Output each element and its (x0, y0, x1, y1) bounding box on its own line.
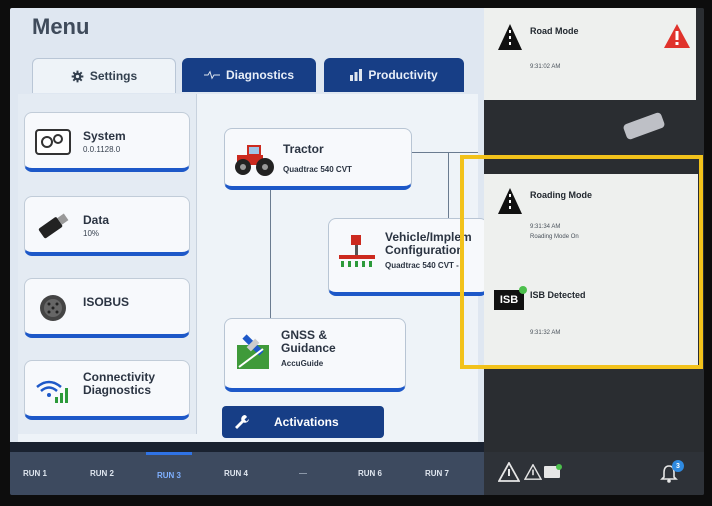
light-glare (622, 111, 666, 141)
warning-outline-icon[interactable] (524, 464, 542, 480)
run-button[interactable]: RUN 7 (414, 452, 460, 495)
connectivity-label-line2: Diagnostics (83, 383, 152, 397)
gnss-guidance-button[interactable]: GNSS & Guidance AccuGuide (224, 318, 406, 392)
road-warning-outline-icon[interactable] (498, 462, 520, 482)
isobus-label: ISOBUS (83, 295, 130, 309)
vehicle-title-line2: Configuration (385, 243, 464, 257)
gnss-title-line2: Guidance (281, 341, 336, 355)
tractor-button[interactable]: Tractor Quadtrac 540 CVT (224, 128, 412, 190)
notification-title: Road Mode (530, 26, 579, 36)
tractor-icon (235, 145, 274, 176)
run-label: RUN 1 (22, 469, 47, 478)
notification-count: 3 (676, 462, 680, 470)
tractor-title: Tractor (283, 142, 324, 156)
run-label: — (299, 469, 307, 478)
system-icon (35, 129, 71, 155)
tab-diagnostics[interactable]: Diagnostics (182, 58, 316, 92)
vehicle-title-line1: Vehicle/Implem (385, 230, 472, 244)
warning-icon (664, 24, 690, 48)
data-button[interactable]: Data 10% (24, 196, 190, 256)
run-label: RUN 2 (89, 469, 114, 478)
pulse-icon (203, 70, 220, 80)
system-label: System (83, 129, 126, 143)
tab-label: Settings (89, 69, 138, 83)
settings-sidebar: System 0.0.1128.0 Data 10% ISOBUS Connec… (18, 94, 197, 434)
system-version: 0.0.1128.0 (83, 145, 121, 154)
notification-count-badge: 3 (672, 460, 684, 472)
vehicle-title: Vehicle/Implem Configuration (385, 231, 472, 257)
page-title: Menu (32, 14, 90, 39)
run-button-selected[interactable]: RUN 3 (146, 452, 192, 495)
connectivity-label-line1: Connectivity (83, 370, 156, 384)
data-progress: 10% (83, 229, 100, 238)
run-button[interactable]: RUN 6 (347, 452, 393, 495)
isobus-connector-icon (40, 295, 66, 321)
run-label: RUN 3 (156, 470, 181, 480)
data-label: Data (83, 213, 110, 227)
bar-chart-icon (350, 69, 363, 81)
tab-label: Diagnostics (225, 68, 294, 82)
status-bar: 3 (484, 452, 704, 495)
tab-label: Productivity (368, 68, 438, 82)
connector-line (270, 190, 271, 318)
connectivity-label: Connectivity Diagnostics (83, 371, 183, 397)
connectivity-diagnostics-button[interactable]: Connectivity Diagnostics (24, 360, 190, 420)
road-icon (498, 24, 522, 50)
main-app: Menu Settings Diagnostics Productivity S… (10, 8, 488, 442)
run-label: RUN 7 (424, 469, 449, 478)
tab-bar: Settings Diagnostics Productivity (24, 58, 484, 94)
wifi-signal-icon (36, 380, 68, 403)
gnss-satellite-icon (237, 334, 269, 369)
vehicle-model: Quadtrac 540 CVT - I (385, 261, 464, 270)
gear-icon (71, 70, 84, 82)
run-button[interactable]: RUN 1 (12, 452, 58, 495)
gnss-title-line1: GNSS & (281, 328, 328, 342)
run-button[interactable]: RUN 4 (213, 452, 259, 495)
run-bar: RUN 1 RUN 2 RUN 3 RUN 4 — RUN 6 RUN 7 (10, 452, 484, 495)
settings-panel: System 0.0.1128.0 Data 10% ISOBUS Connec… (18, 94, 488, 442)
gnss-title: GNSS & Guidance (281, 329, 336, 355)
run-label: RUN 6 (357, 469, 382, 478)
run-button[interactable]: RUN 2 (79, 452, 125, 495)
run-button-empty[interactable]: — (280, 452, 326, 495)
highlight-box (460, 155, 703, 369)
tab-settings[interactable]: Settings (32, 58, 176, 93)
connector-line (412, 152, 478, 153)
tractor-model: Quadtrac 540 CVT (283, 165, 352, 174)
usb-drive-icon (38, 213, 69, 239)
isobus-button[interactable]: ISOBUS (24, 278, 190, 338)
gnss-subtitle: AccuGuide (281, 359, 324, 368)
run-label: RUN 4 (223, 469, 248, 478)
notification-time: 9:31:02 AM (530, 64, 561, 70)
notification-road-mode[interactable]: Road Mode 9:31:02 AM (484, 8, 696, 100)
tab-productivity[interactable]: Productivity (324, 58, 464, 92)
activations-label: Activations (274, 415, 339, 429)
isb-status-icon[interactable] (544, 464, 562, 478)
wrench-icon (235, 415, 249, 429)
system-button[interactable]: System 0.0.1128.0 (24, 112, 190, 172)
activations-button[interactable]: Activations (222, 406, 384, 438)
connector-line (448, 152, 449, 218)
implement-icon (339, 235, 375, 267)
isb-status-dot (556, 464, 562, 470)
